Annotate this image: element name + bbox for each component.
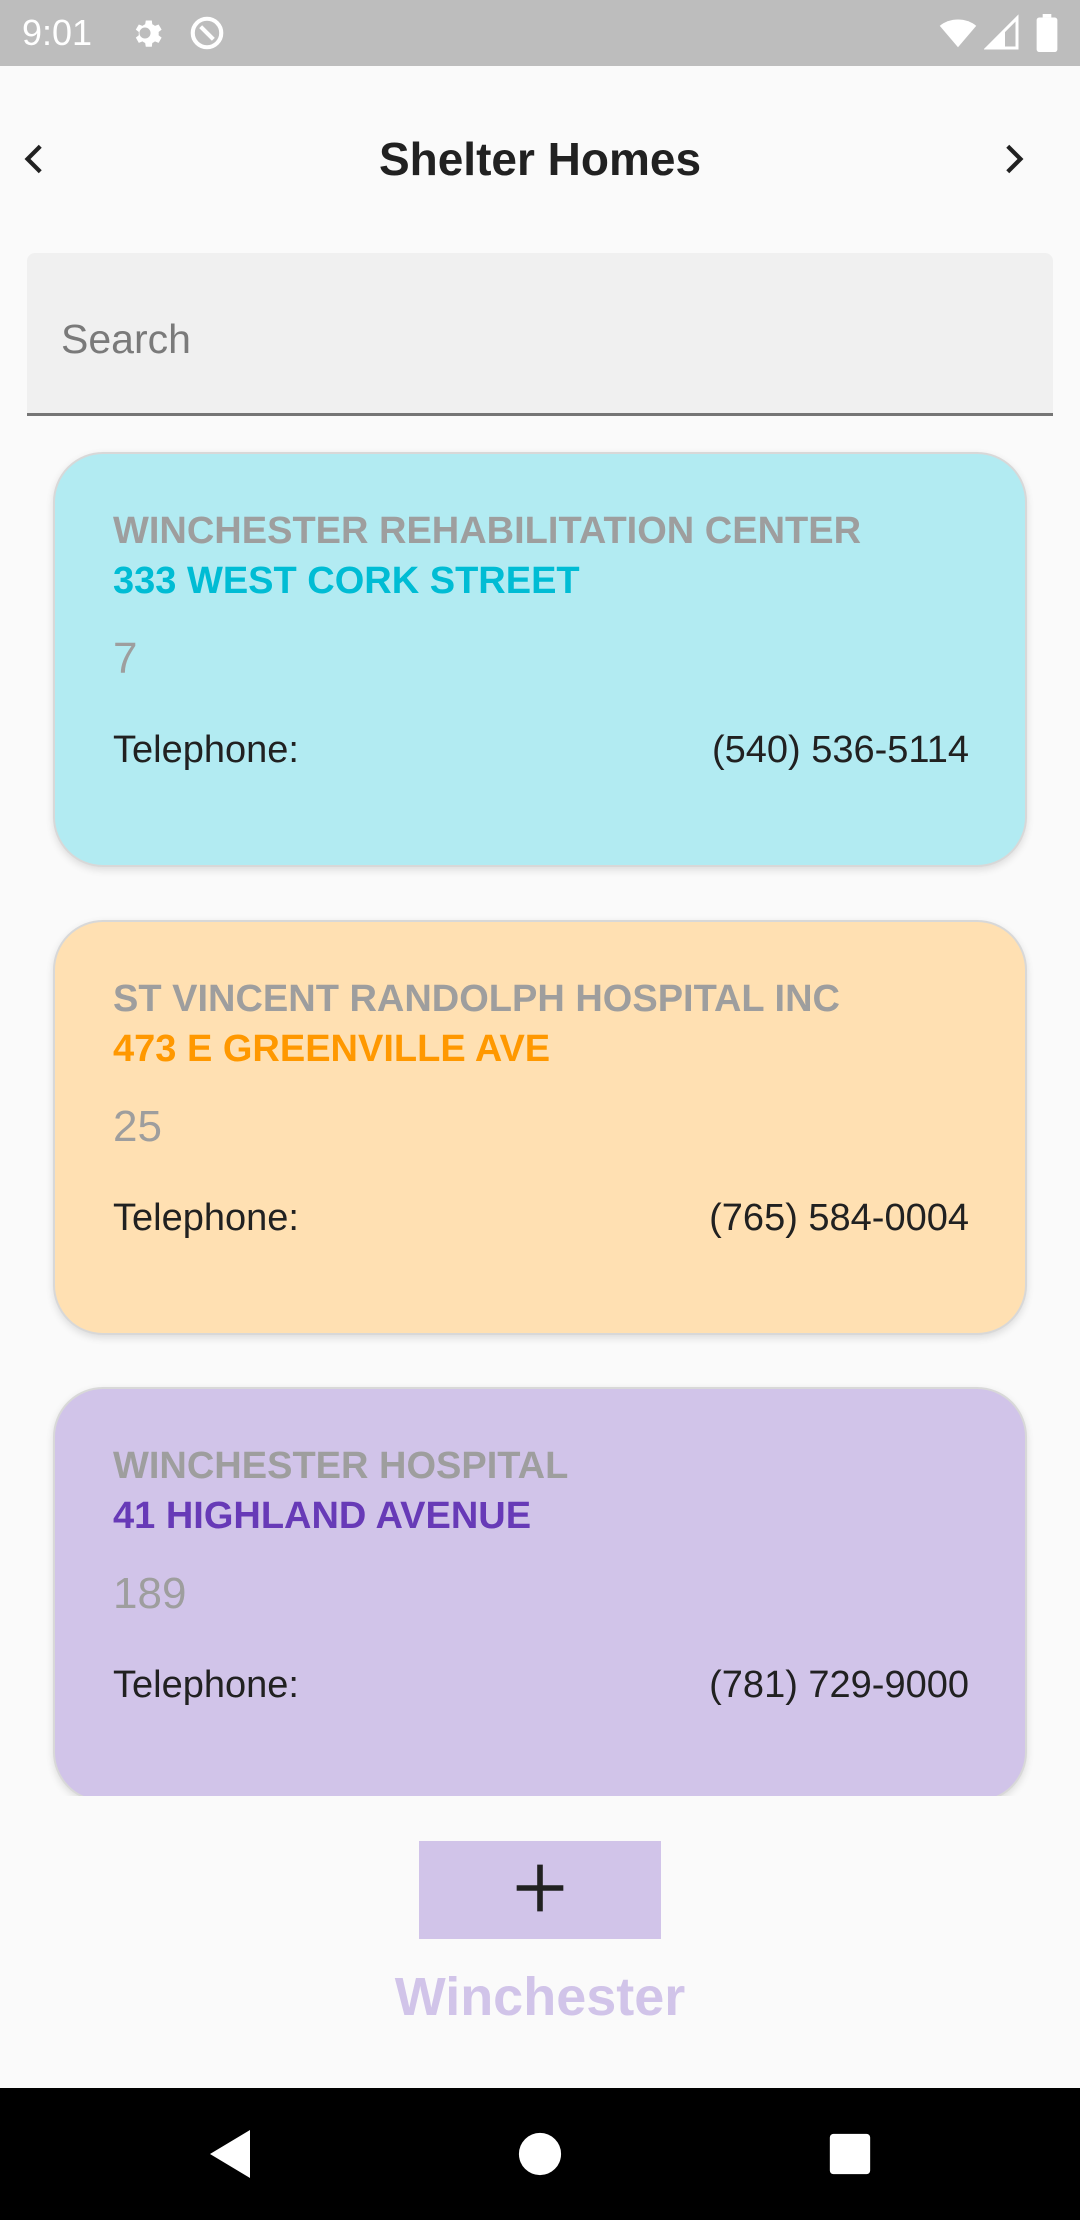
shelter-number: 25 [113,1102,162,1151]
telephone-label: Telephone: [113,1197,299,1239]
recents-square-icon[interactable] [820,2124,880,2184]
add-button[interactable] [419,1841,661,1939]
back-triangle-icon[interactable] [200,2124,260,2184]
location-label: Winchester [394,1967,686,2027]
wifi-icon [938,14,978,57]
status-time: 9:01 [22,12,93,53]
data-saver-icon [188,14,226,57]
shelter-address: 333 WEST CORK STREET [113,560,580,602]
shelter-card[interactable]: WINCHESTER HOSPITAL 41 HIGHLAND AVENUE 1… [53,1387,1027,1796]
battery-icon [1036,14,1058,57]
shelter-address: 473 E GREENVILLE AVE [113,1028,551,1070]
signal-icon [983,14,1020,57]
shelter-name: WINCHESTER HOSPITAL [113,1445,569,1487]
status-bar: 9:01 [0,0,1080,66]
shelter-number: 189 [113,1569,187,1618]
shelter-address: 41 HIGHLAND AVENUE [113,1495,532,1537]
shelter-list[interactable]: WINCHESTER REHABILITATION CENTER 333 WES… [0,420,1080,1796]
page-title: Shelter Homes [378,133,702,185]
telephone-value[interactable]: (540) 536-5114 [712,729,969,772]
telephone-label: Telephone: [113,1664,299,1706]
system-nav-bar [0,2088,1080,2220]
search-input[interactable] [61,309,1001,369]
shelter-card[interactable]: ST VINCENT RANDOLPH HOSPITAL INC 473 E G… [53,920,1027,1335]
shelter-name: ST VINCENT RANDOLPH HOSPITAL INC [113,978,840,1020]
app-bar: Shelter Homes [0,66,1080,256]
gear-icon [126,14,164,57]
telephone-value[interactable]: (781) 729-9000 [709,1664,969,1707]
forward-button[interactable] [978,126,1048,196]
shelter-name: WINCHESTER REHABILITATION CENTER [113,510,862,552]
telephone-label: Telephone: [113,729,299,771]
plus-icon [512,1860,568,1921]
telephone-value[interactable]: (765) 584-0004 [709,1197,969,1240]
shelter-card[interactable]: WINCHESTER REHABILITATION CENTER 333 WES… [53,452,1027,867]
shelter-number: 7 [113,634,138,683]
home-circle-icon[interactable] [510,2124,570,2184]
chevron-right-icon [995,141,1031,182]
search-field[interactable] [27,253,1053,416]
